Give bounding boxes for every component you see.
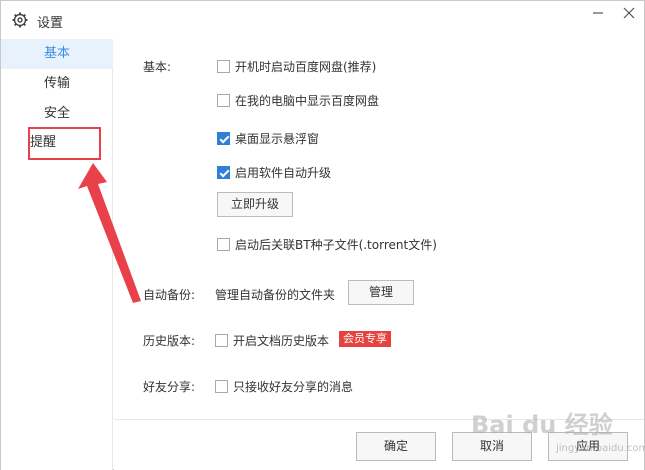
option-friend-share-label: 只接收好友分享的消息 bbox=[233, 380, 354, 394]
settings-sidebar: 基本 传输 安全 提醒 bbox=[1, 39, 113, 470]
close-icon[interactable] bbox=[618, 5, 640, 21]
annotation-highlight-box bbox=[28, 127, 101, 160]
option-history-version[interactable]: 开启文档历史版本 bbox=[215, 332, 329, 349]
sidebar-item-basic[interactable]: 基本 bbox=[1, 39, 113, 69]
watermark-url: jingyan.baidu.com bbox=[556, 443, 645, 454]
gear-icon bbox=[12, 12, 28, 28]
upgrade-now-button[interactable]: 立即升级 bbox=[217, 192, 293, 217]
option-floating-window-label: 桌面显示悬浮窗 bbox=[235, 132, 320, 146]
option-friend-share[interactable]: 只接收好友分享的消息 bbox=[215, 378, 353, 395]
friend-share-checkbox[interactable] bbox=[215, 380, 228, 393]
option-history-version-label: 开启文档历史版本 bbox=[233, 334, 330, 348]
watermark-logo: Bai du 经验 bbox=[471, 411, 613, 439]
backup-description: 管理自动备份的文件夹 bbox=[215, 288, 336, 302]
backup-manage-button[interactable]: 管理 bbox=[348, 280, 414, 305]
backup-section-label: 自动备份: bbox=[143, 288, 196, 302]
option-show-in-computer-label: 在我的电脑中显示百度网盘 bbox=[235, 94, 380, 108]
basic-section-label: 基本: bbox=[143, 60, 172, 74]
title-bar: 设置 bbox=[1, 1, 644, 39]
option-floating-window[interactable]: 桌面显示悬浮窗 bbox=[217, 130, 319, 147]
sidebar-item-transfer[interactable]: 传输 bbox=[1, 69, 113, 99]
option-auto-upgrade[interactable]: 启用软件自动升级 bbox=[217, 164, 331, 181]
option-autostart[interactable]: 开机时启动百度网盘(推荐) bbox=[217, 58, 376, 75]
show-in-computer-checkbox[interactable] bbox=[217, 94, 230, 107]
floating-window-checkbox[interactable] bbox=[217, 132, 230, 145]
option-bt-association[interactable]: 启动后关联BT种子文件(.torrent文件) bbox=[217, 236, 437, 253]
history-version-checkbox[interactable] bbox=[215, 334, 228, 347]
auto-upgrade-checkbox[interactable] bbox=[217, 166, 230, 179]
minimize-icon[interactable] bbox=[587, 5, 609, 21]
option-auto-upgrade-label: 启用软件自动升级 bbox=[235, 166, 332, 180]
sidebar-item-security[interactable]: 安全 bbox=[1, 99, 113, 129]
option-bt-association-label: 启动后关联BT种子文件(.torrent文件) bbox=[235, 238, 437, 252]
window-title: 设置 bbox=[37, 16, 64, 31]
ok-button[interactable]: 确定 bbox=[356, 432, 436, 461]
option-show-in-computer[interactable]: 在我的电脑中显示百度网盘 bbox=[217, 92, 379, 109]
history-section-label: 历史版本: bbox=[143, 334, 196, 348]
settings-window: 设置 基本 传输 安全 提醒 基本: 开机时启动百度网盘(推荐) 在我的电脑中显… bbox=[0, 0, 645, 470]
option-autostart-label: 开机时启动百度网盘(推荐) bbox=[235, 60, 377, 74]
bt-association-checkbox[interactable] bbox=[217, 238, 230, 251]
share-section-label: 好友分享: bbox=[143, 380, 196, 394]
autostart-checkbox[interactable] bbox=[217, 60, 230, 73]
settings-main-panel: 基本: 开机时启动百度网盘(推荐) 在我的电脑中显示百度网盘 桌面显示悬浮窗 启… bbox=[114, 39, 644, 419]
vip-only-badge: 会员专享 bbox=[339, 331, 391, 347]
